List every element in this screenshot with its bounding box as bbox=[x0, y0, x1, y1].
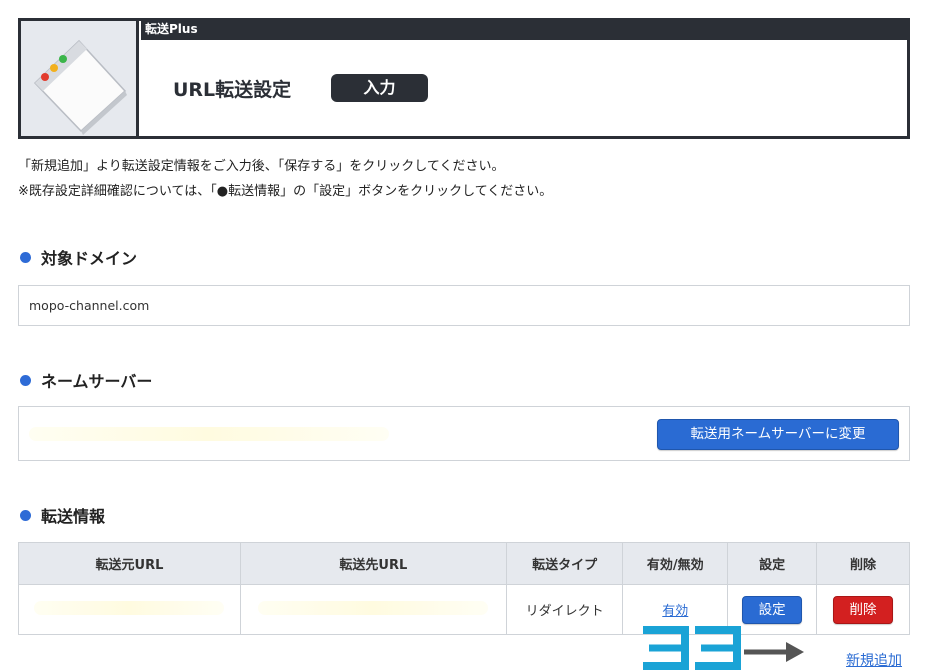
change-nameserver-button[interactable]: 転送用ネームサーバーに変更 bbox=[657, 419, 899, 450]
column-header: 削除 bbox=[816, 542, 910, 585]
instruction-line-2: ※既存設定詳細確認については、「●転送情報」の「設定」ボタンをクリックしてくださ… bbox=[18, 184, 553, 199]
window-app-icon bbox=[33, 39, 127, 135]
table-row: リダイレクト 有効 設定 削除 bbox=[18, 584, 910, 635]
arrow-right-icon bbox=[744, 642, 804, 662]
settings-button[interactable]: 設定 bbox=[742, 595, 803, 624]
column-header: 有効/無効 bbox=[622, 542, 729, 585]
app-label-bar: 転送Plus bbox=[141, 18, 910, 40]
nameserver-section-heading: ネームサーバー bbox=[20, 368, 152, 392]
column-header: 転送タイプ bbox=[505, 542, 624, 585]
column-header: 転送元URL bbox=[18, 542, 241, 585]
page-header: 転送Plus URL転送設定 入力 bbox=[18, 18, 910, 139]
koko-annotation bbox=[643, 626, 741, 670]
new-add-link[interactable]: 新規追加 bbox=[846, 650, 902, 670]
table-header-row: 転送元URL 転送先URL 転送タイプ 有効/無効 設定 削除 bbox=[18, 542, 910, 585]
transfer-section-heading: 転送情報 bbox=[20, 503, 105, 527]
source-url-cell bbox=[18, 584, 241, 635]
mode-badge: 入力 bbox=[331, 74, 428, 102]
bullet-icon bbox=[20, 374, 31, 386]
nameserver-box: 転送用ネームサーバーに変更 bbox=[18, 406, 910, 461]
delete-button[interactable]: 削除 bbox=[833, 595, 894, 624]
transfer-heading-label: 転送情報 bbox=[41, 507, 106, 526]
domain-section-heading: 対象ドメイン bbox=[20, 245, 137, 269]
domain-heading-label: 対象ドメイン bbox=[41, 249, 138, 268]
status-toggle-link[interactable]: 有効 bbox=[662, 604, 688, 619]
bullet-icon bbox=[20, 251, 31, 263]
delete-cell: 削除 bbox=[816, 584, 910, 635]
nameserver-heading-label: ネームサーバー bbox=[41, 372, 153, 391]
column-header: 設定 bbox=[727, 542, 818, 585]
app-label: 転送Plus bbox=[145, 22, 198, 36]
dest-url-cell bbox=[239, 584, 507, 635]
transfer-table: 転送元URL 転送先URL 転送タイプ 有効/無効 設定 削除 リダイレクト 有… bbox=[18, 542, 910, 635]
page-title: URL転送設定 bbox=[173, 79, 292, 101]
domain-value: mopo-channel.com bbox=[29, 298, 150, 313]
dest-url-redacted bbox=[258, 600, 489, 615]
app-icon-box bbox=[21, 21, 139, 136]
bullet-icon bbox=[20, 509, 31, 521]
nameserver-redacted bbox=[29, 427, 389, 441]
domain-field: mopo-channel.com bbox=[18, 285, 910, 326]
instruction-line-1: 「新規追加」より転送設定情報をご入力後、「保存する」をクリックしてください。 bbox=[18, 159, 505, 174]
source-url-redacted bbox=[34, 600, 225, 615]
column-header: 転送先URL bbox=[239, 542, 507, 585]
type-cell: リダイレクト bbox=[505, 584, 624, 635]
